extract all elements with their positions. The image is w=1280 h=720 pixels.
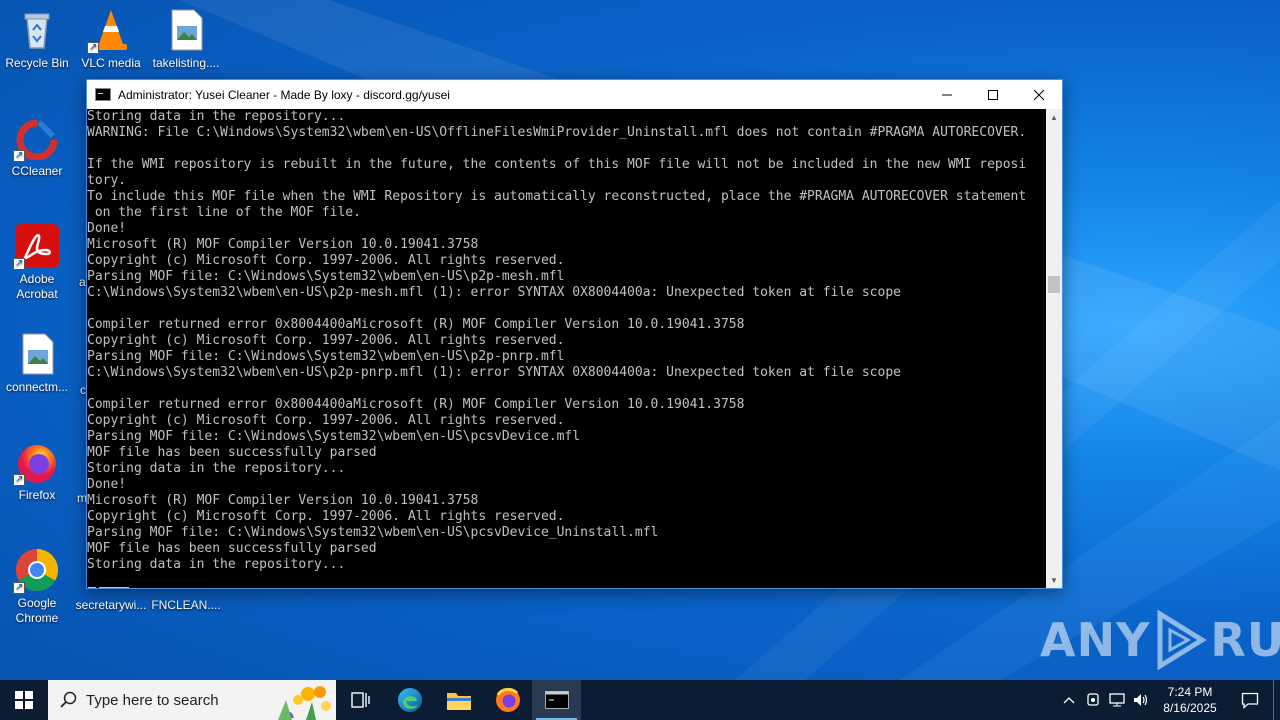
- search-highlight-flowers-icon: [278, 686, 331, 720]
- task-view-icon: [350, 692, 370, 708]
- console-cursor: [88, 587, 96, 588]
- maximize-button[interactable]: [970, 80, 1016, 109]
- windows-logo-icon: [15, 691, 33, 709]
- recycle-bin-icon: [15, 8, 59, 52]
- maximize-icon: [988, 89, 998, 100]
- icon-label: takelisting....: [152, 56, 220, 70]
- firefox-icon: [13, 440, 59, 487]
- desktop-icon-firefox[interactable]: Firefox: [1, 440, 73, 503]
- search-placeholder: Type here to search: [86, 691, 219, 709]
- action-center-button[interactable]: [1227, 691, 1273, 709]
- desktop-icon-google-chrome[interactable]: Google Chrome: [1, 548, 73, 626]
- window-titlebar[interactable]: Administrator: Yusei Cleaner - Made By l…: [87, 80, 1062, 109]
- shortcut-arrow-icon: [87, 40, 99, 55]
- command-prompt-icon: [95, 88, 111, 101]
- taskbar-file-explorer-button[interactable]: [434, 680, 483, 720]
- desktop-icon-fnclean[interactable]: FNCLEAN....: [150, 598, 222, 613]
- icon-label: secretarywi...: [75, 598, 147, 612]
- scrollbar-thumb[interactable]: [1048, 276, 1060, 293]
- system-tray: 7:24 PM 8/16/2025: [1057, 680, 1280, 720]
- tray-device-button[interactable]: [1081, 692, 1105, 708]
- chrome-icon: [13, 548, 59, 595]
- image-file-icon: [15, 332, 59, 376]
- task-view-button[interactable]: [336, 680, 385, 720]
- partial-icon-label: a: [79, 275, 86, 289]
- shortcut-arrow-icon: [13, 256, 25, 271]
- desktop-icon-secretarywi[interactable]: secretarywi...: [75, 598, 147, 613]
- adobe-acrobat-icon: [13, 224, 59, 271]
- volume-icon: [1134, 694, 1148, 706]
- show-hidden-icons-button[interactable]: [1057, 696, 1081, 704]
- clock-time: 7:24 PM: [1167, 685, 1213, 699]
- taskbar: Type here to search 7:24 PM 8/16/2025: [0, 680, 1280, 720]
- minimize-icon: [942, 94, 952, 95]
- close-button[interactable]: [1016, 80, 1062, 109]
- ccleaner-icon: [13, 116, 59, 163]
- desktop-icon-recycle-bin[interactable]: Recycle Bin: [1, 8, 73, 71]
- console-progress-mark: [99, 587, 129, 588]
- clock-date: 8/16/2025: [1163, 701, 1217, 715]
- window-title: Administrator: Yusei Cleaner - Made By l…: [118, 87, 450, 102]
- show-desktop-button[interactable]: [1273, 680, 1280, 720]
- shortcut-arrow-icon: [13, 580, 25, 595]
- taskbar-cmd-button[interactable]: [532, 680, 581, 720]
- desktop-icon-takelisting[interactable]: takelisting....: [150, 8, 222, 71]
- vlc-cone-icon: [87, 8, 133, 55]
- start-button[interactable]: [0, 680, 48, 720]
- search-icon: [60, 691, 77, 708]
- desktop-icon-connectm[interactable]: connectm...: [1, 332, 73, 395]
- icon-label: CCleaner: [11, 164, 63, 178]
- minimize-button[interactable]: [924, 80, 970, 109]
- shortcut-arrow-icon: [13, 148, 25, 163]
- firefox-icon: [495, 687, 520, 712]
- tray-network-button[interactable]: [1105, 692, 1129, 708]
- vertical-scrollbar[interactable]: ▲ ▼: [1046, 109, 1062, 588]
- icon-label: Google Chrome: [15, 596, 59, 625]
- desktop-icon-adobe-acrobat[interactable]: Adobe Acrobat: [1, 224, 73, 302]
- console-window[interactable]: Administrator: Yusei Cleaner - Made By l…: [86, 79, 1063, 589]
- taskbar-edge-button[interactable]: [385, 680, 434, 720]
- network-icon: [1109, 693, 1125, 707]
- image-file-icon: [164, 8, 208, 52]
- folder-icon: [446, 693, 471, 710]
- tray-volume-button[interactable]: [1129, 692, 1153, 708]
- desktop-icon-vlc[interactable]: VLC media: [75, 8, 147, 71]
- icon-label: Firefox: [18, 488, 56, 502]
- icon-label: connectm...: [5, 380, 69, 394]
- desktop-icon-ccleaner[interactable]: CCleaner: [1, 116, 73, 179]
- scroll-down-icon[interactable]: ▼: [1046, 572, 1062, 588]
- icon-label: Recycle Bin: [5, 56, 69, 70]
- taskbar-firefox-button[interactable]: [483, 680, 532, 720]
- taskbar-search-box[interactable]: Type here to search: [48, 680, 336, 720]
- watermark-left: ANY: [1040, 613, 1151, 667]
- close-icon: [1033, 89, 1045, 100]
- play-logo-icon: [1157, 610, 1208, 670]
- console-text: Storing data in the repository... WARNIN…: [87, 109, 1027, 572]
- taskbar-clock[interactable]: 7:24 PM 8/16/2025: [1153, 684, 1227, 716]
- notification-icon: [1241, 692, 1259, 709]
- anyrun-watermark: ANY RUN: [1040, 610, 1280, 670]
- icon-label: Adobe Acrobat: [16, 272, 58, 301]
- edge-icon: [397, 688, 422, 712]
- console-output[interactable]: Storing data in the repository... WARNIN…: [87, 109, 1047, 588]
- watermark-right: RUN: [1210, 613, 1280, 667]
- icon-label: FNCLEAN....: [151, 598, 221, 612]
- icon-label: VLC media: [81, 56, 141, 70]
- shortcut-arrow-icon: [13, 472, 25, 487]
- chevron-up-icon: [1063, 697, 1075, 704]
- device-icon: [1087, 693, 1099, 706]
- scroll-up-icon[interactable]: ▲: [1046, 109, 1062, 125]
- command-prompt-icon: [544, 691, 569, 709]
